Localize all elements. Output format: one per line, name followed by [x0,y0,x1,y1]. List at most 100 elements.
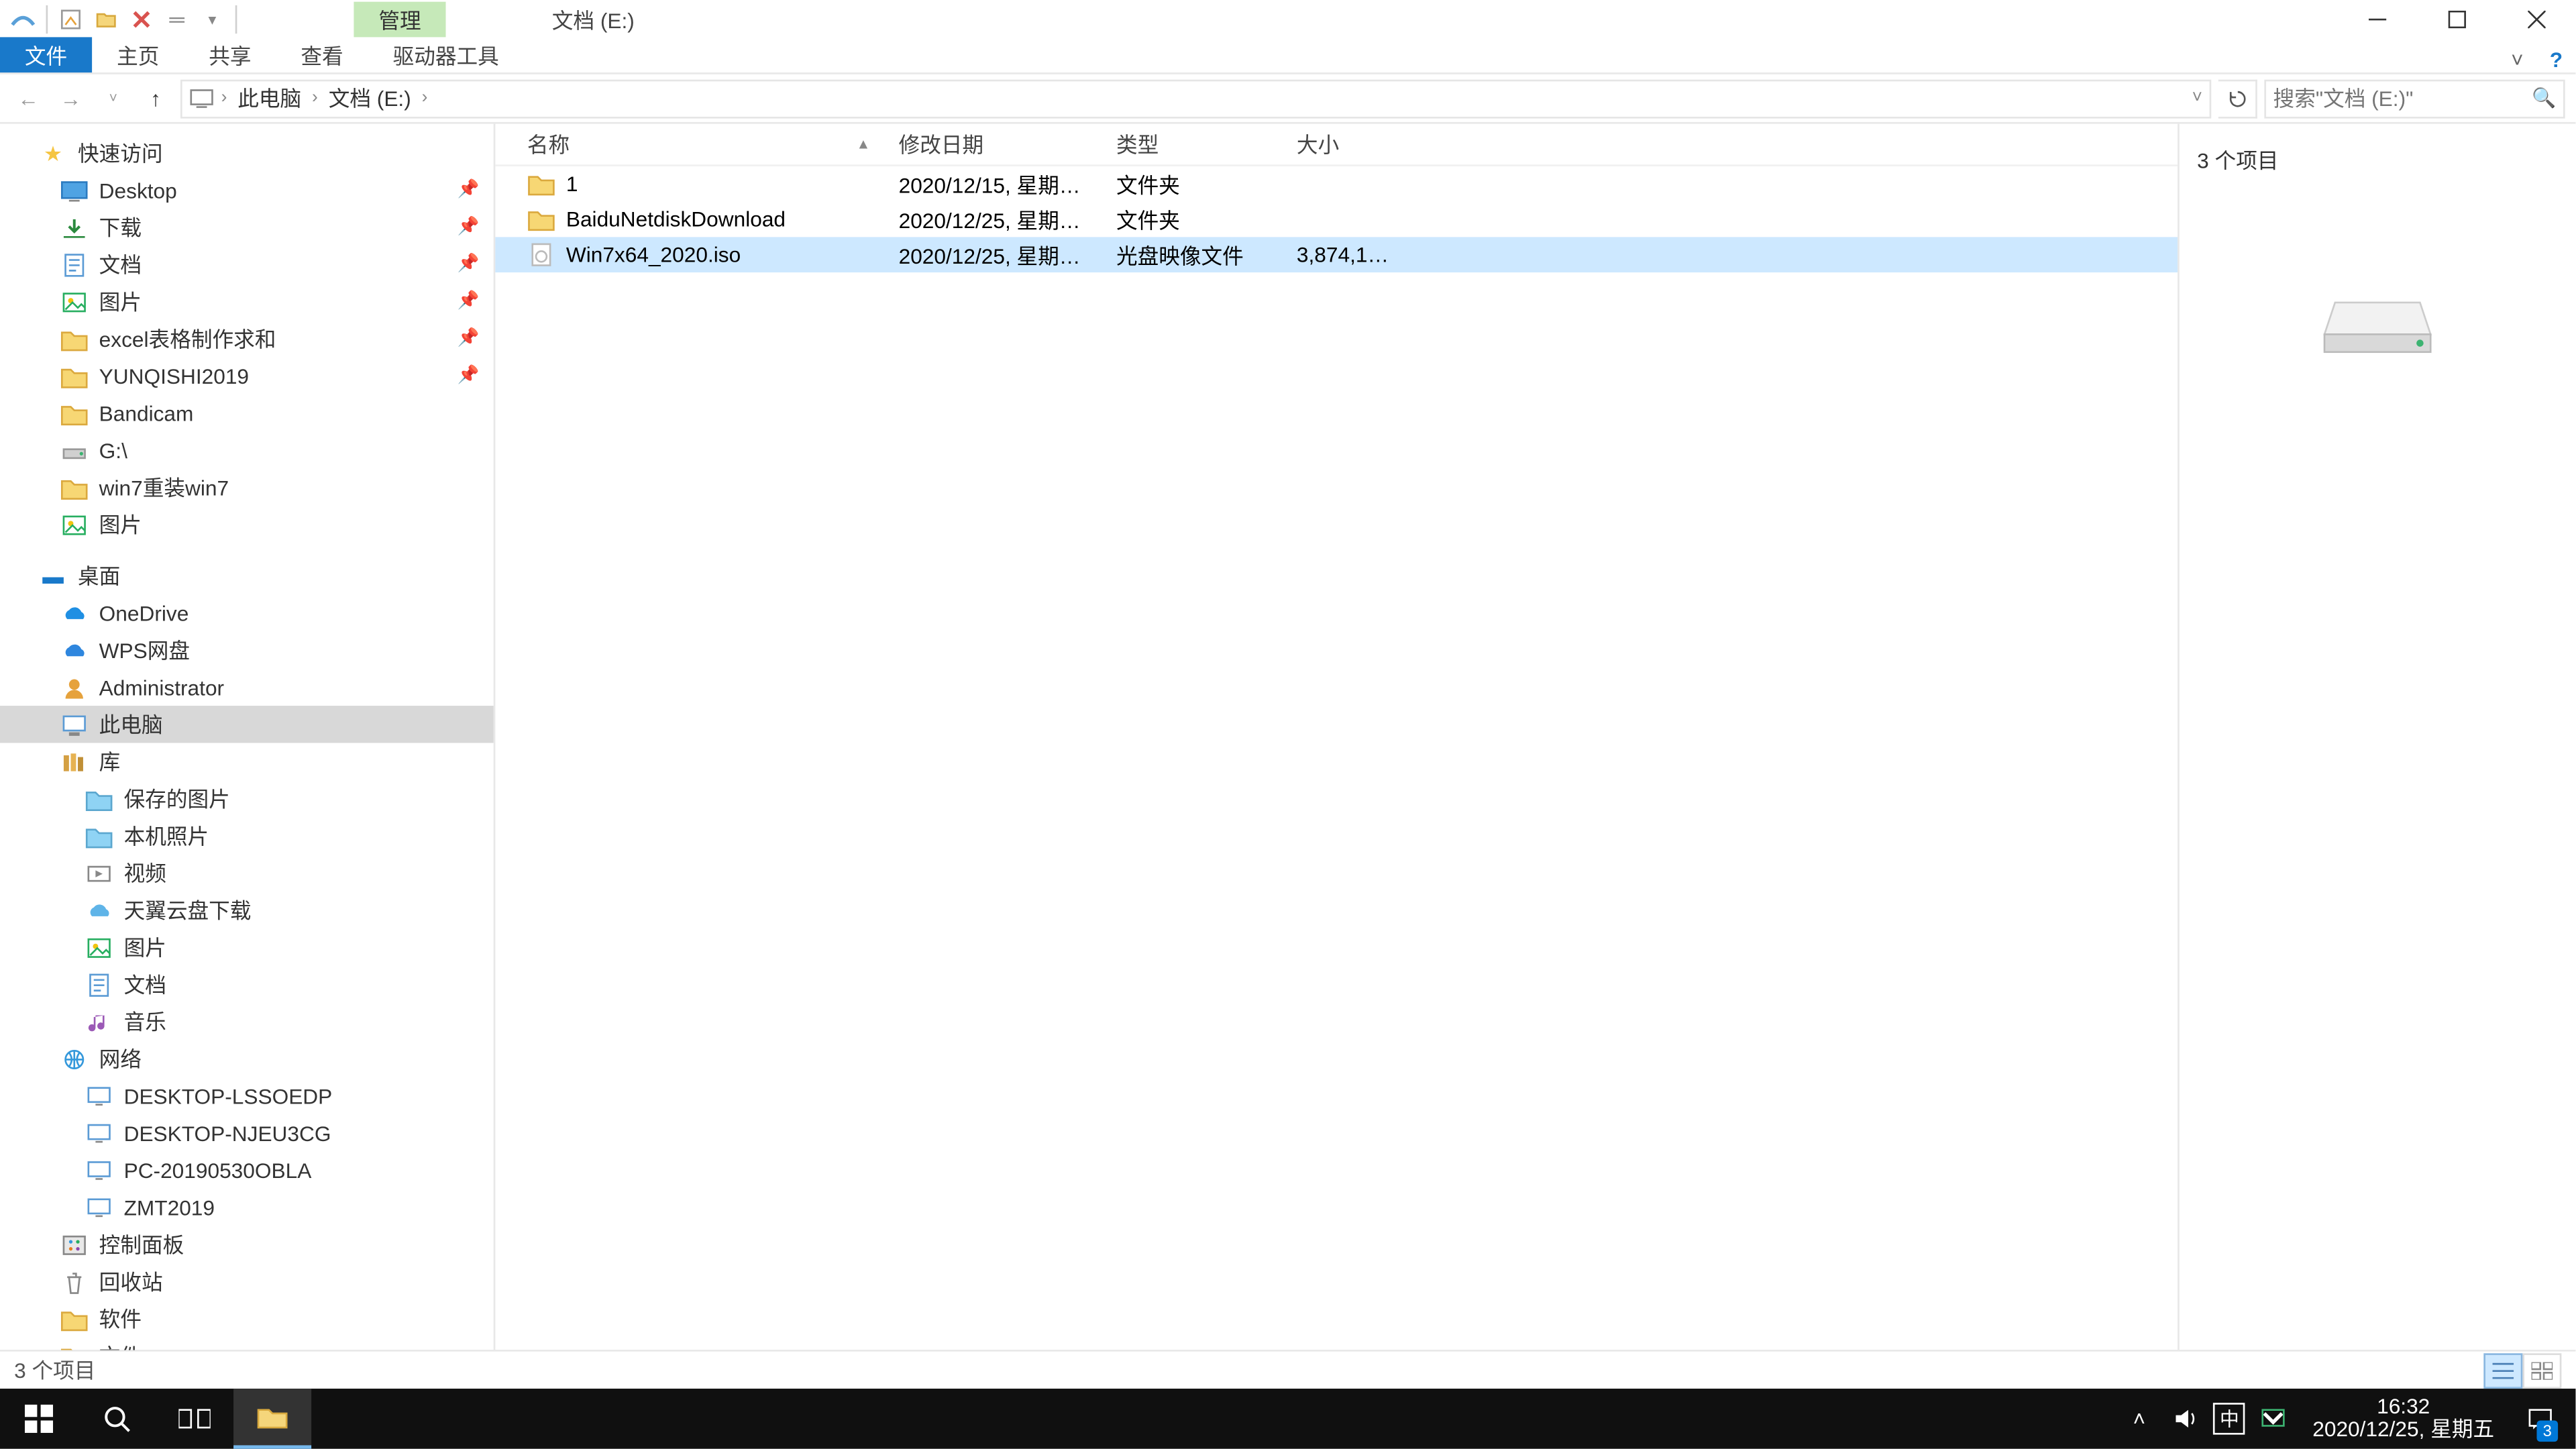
nav-child-item[interactable]: PC-20190530OBLA [0,1152,494,1189]
context-tab-manage[interactable]: 管理 [354,2,445,38]
volume-icon[interactable] [2167,1389,2203,1449]
nav-desktop-item[interactable]: 控制面板 [0,1226,494,1263]
nav-child-item[interactable]: 天翼云盘下载 [0,892,494,928]
nav-child-item[interactable]: 本机照片 [0,817,494,854]
nav-quick-item[interactable]: YUNQISHI2019📌 [0,358,494,394]
action-center-button[interactable]: 3 [2516,1389,2565,1449]
nav-desktop-item[interactable]: 此电脑 [0,706,494,743]
recent-dropdown-icon[interactable]: ˅ [95,80,131,116]
file-row[interactable]: BaiduNetdiskDownload 2020/12/25, 星期五 1..… [495,202,2178,237]
desktop-icon: ▬ [39,561,67,590]
refresh-button[interactable] [2218,78,2257,117]
address-dropdown-icon[interactable]: ˅ [2192,89,2202,108]
qat-rename-icon[interactable]: ═ [161,3,193,35]
nav-child-item[interactable]: 音乐 [0,1003,494,1040]
nav-child-item[interactable]: 图片 [0,928,494,965]
ribbon-collapse-icon[interactable]: ˅ [2498,48,2536,72]
tab-view[interactable]: 查看 [276,37,368,72]
qat-dropdown-icon[interactable]: ▾ [197,3,228,35]
chevron-right-icon[interactable]: › [221,89,227,108]
nav-quick-item[interactable]: 文档📌 [0,246,494,283]
nav-quick-item[interactable]: 图片📌 [0,283,494,320]
folder-icon [527,205,555,233]
nav-item-label: 控制面板 [99,1230,184,1260]
nav-quick-item[interactable]: win7重装win7 [0,469,494,506]
column-size[interactable]: 大小 [1283,123,1407,165]
nav-child-item[interactable]: DESKTOP-NJEU3CG [0,1114,494,1151]
tab-drive-tools[interactable]: 驱动器工具 [368,37,524,72]
search-icon[interactable]: 🔍 [2532,87,2556,109]
picfolder-icon [85,785,113,813]
nav-quick-item[interactable]: G:\ [0,431,494,468]
navigation-pane[interactable]: ★快速访问 Desktop📌下载📌文档📌图片📌excel表格制作求和📌YUNQI… [0,124,495,1350]
task-view-button[interactable] [156,1389,233,1449]
crumb-pc[interactable]: 此电脑 [234,83,305,113]
nav-child-item[interactable]: DESKTOP-LSSOEDP [0,1077,494,1114]
file-row[interactable]: Win7x64_2020.iso 2020/12/25, 星期五 1... 光盘… [495,237,2178,272]
nav-desktop-item[interactable]: 软件 [0,1300,494,1337]
search-box[interactable]: 🔍 [2264,78,2565,117]
nav-quick-item[interactable]: 下载📌 [0,209,494,246]
nav-child-item[interactable]: ZMT2019 [0,1189,494,1226]
qat-app-icon[interactable] [7,3,39,35]
nav-child-item[interactable]: 视频 [0,855,494,892]
qat-properties-icon[interactable] [55,3,87,35]
nav-item-label: 音乐 [124,1006,166,1036]
column-name[interactable]: 名称▲ [495,123,884,165]
lib-icon [60,747,89,775]
nav-item-label: WPS网盘 [99,635,190,665]
download-icon [60,213,89,241]
column-type[interactable]: 类型 [1102,123,1283,165]
back-button[interactable]: ← [11,80,46,116]
qat-delete-icon[interactable] [125,3,157,35]
taskbar-search-button[interactable] [78,1389,156,1449]
forward-button[interactable]: → [53,80,89,116]
file-date: 2020/12/25, 星期五 1... [885,239,1102,270]
nav-child-item[interactable]: 保存的图片 [0,780,494,817]
tab-home[interactable]: 主页 [92,37,184,72]
taskbar-clock[interactable]: 16:32 2020/12/25, 星期五 [2302,1395,2505,1442]
crumb-drive[interactable]: 文档 (E:) [325,83,415,113]
nav-child-item[interactable]: 文档 [0,966,494,1003]
nav-quick-item[interactable]: excel表格制作求和📌 [0,320,494,357]
chevron-right-icon[interactable]: › [312,89,318,108]
tray-app-icon[interactable] [2256,1389,2292,1449]
nav-quick-item[interactable]: 图片 [0,506,494,543]
tab-share[interactable]: 共享 [184,37,276,72]
tray-overflow-icon[interactable]: ˄ [2121,1389,2157,1449]
nav-desktop-item[interactable]: WPS网盘 [0,631,494,668]
nav-desktop-item[interactable]: 回收站 [0,1263,494,1300]
notification-badge: 3 [2536,1421,2558,1442]
nav-quick-item[interactable]: Bandicam [0,394,494,431]
nav-desktop-item[interactable]: OneDrive [0,594,494,631]
search-input[interactable] [2273,86,2557,111]
nav-desktop-item[interactable]: Administrator [0,669,494,706]
chevron-right-icon[interactable]: › [422,89,428,108]
maximize-button[interactable] [2416,0,2496,39]
pc-icon [189,88,214,109]
nav-desktop-item[interactable]: 文件 [0,1338,494,1350]
column-date[interactable]: 修改日期 [885,123,1102,165]
tab-file[interactable]: 文件 [0,37,92,72]
close-button[interactable] [2496,0,2576,39]
file-row[interactable]: 1 2020/12/15, 星期二 1... 文件夹 [495,166,2178,202]
taskbar-app-explorer[interactable] [233,1389,311,1449]
folder-icon [60,1342,89,1350]
ime-indicator[interactable]: 中 [2214,1403,2245,1434]
up-button[interactable]: ↑ [138,80,174,116]
details-view-button[interactable] [2483,1352,2522,1388]
nav-item-label: 下载 [99,212,142,242]
start-button[interactable] [0,1389,78,1449]
preview-pane: 3 个项目 [2178,124,2575,1350]
nav-desktop-item[interactable]: 网络 [0,1040,494,1077]
nav-quick-access[interactable]: ★快速访问 [0,134,494,171]
nav-desktop-root[interactable]: ▬桌面 [0,557,494,594]
nav-quick-item[interactable]: Desktop📌 [0,172,494,209]
minimize-button[interactable] [2337,0,2416,39]
nav-desktop-item[interactable]: 库 [0,743,494,780]
breadcrumb-bar[interactable]: › 此电脑 › 文档 (E:) › ˅ [180,78,2211,117]
thumbnails-view-button[interactable] [2522,1352,2561,1388]
qat-new-folder-icon[interactable] [90,3,121,35]
help-icon[interactable]: ? [2536,48,2575,72]
pin-icon: 📌 [458,329,480,348]
